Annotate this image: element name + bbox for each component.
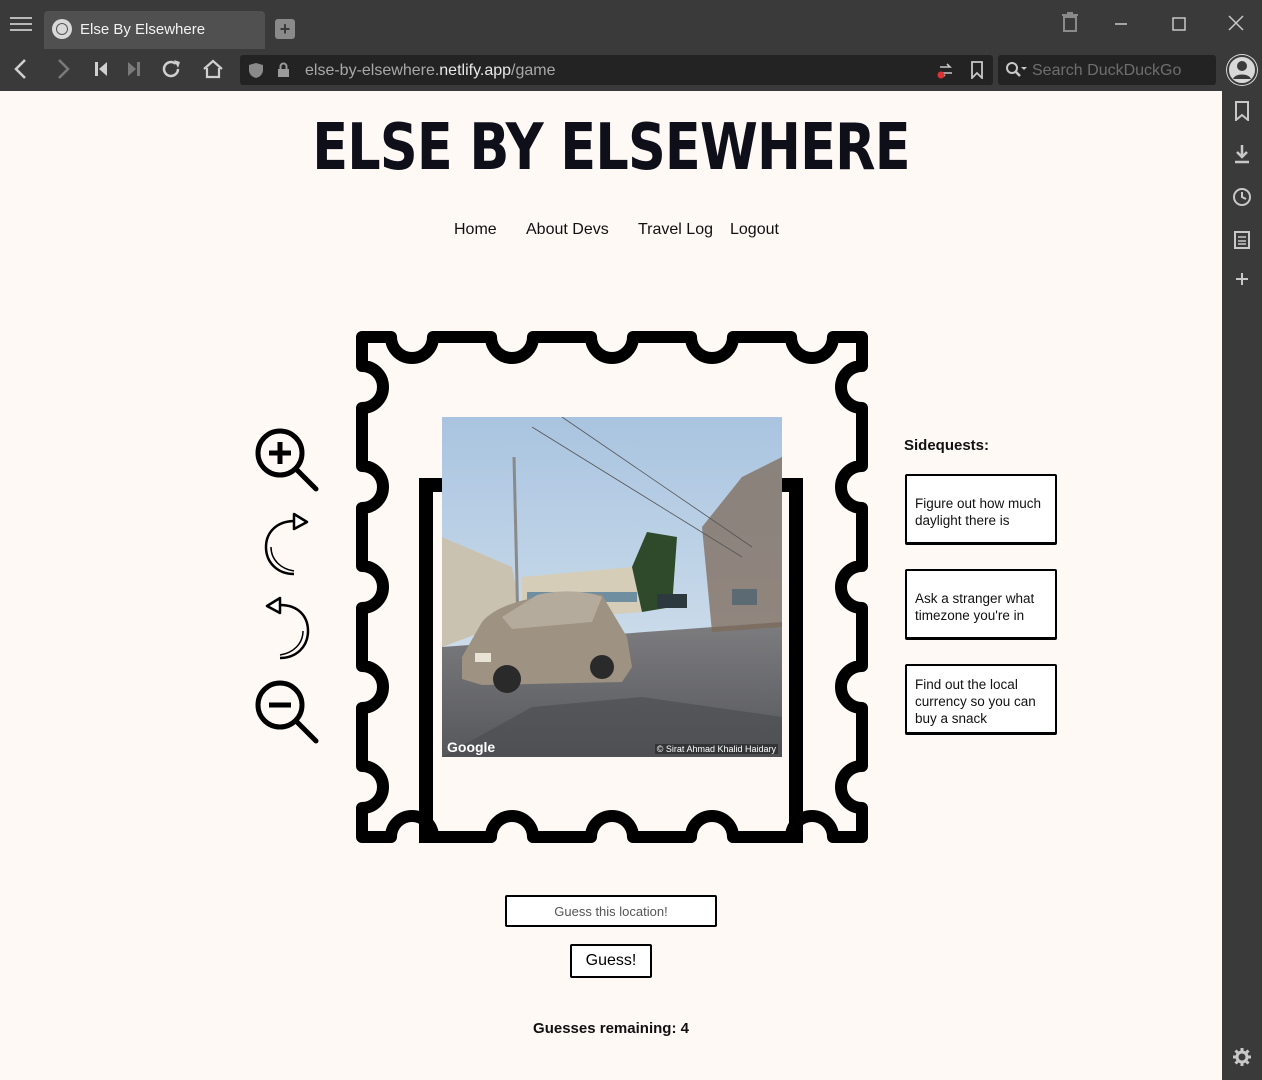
forward-icon[interactable] xyxy=(50,58,76,82)
side-panel xyxy=(1222,91,1262,1080)
nav-travel-log[interactable]: Travel Log xyxy=(638,221,713,239)
page-content: ELSE BY ELSEWHERE Home About Devs Travel… xyxy=(0,91,1222,1080)
search-icon xyxy=(1005,61,1027,84)
profile-icon[interactable] xyxy=(1226,54,1258,86)
tab-title: Else By Elsewhere xyxy=(80,21,206,38)
sidequest-card[interactable]: Ask a stranger what timezone you're in xyxy=(905,569,1057,640)
bookmark-icon[interactable] xyxy=(970,61,984,84)
nav-about-devs[interactable]: About Devs xyxy=(526,221,609,239)
home-icon[interactable] xyxy=(200,58,226,82)
block-icon[interactable] xyxy=(937,61,955,84)
address-bar[interactable]: else-by-elsewhere.netlify.app/game xyxy=(240,55,993,85)
guess-button[interactable]: Guess! xyxy=(570,944,652,978)
settings-gear-icon[interactable] xyxy=(1232,1048,1252,1068)
url-text[interactable]: else-by-elsewhere.netlify.app/game xyxy=(305,62,556,80)
maximize-icon[interactable] xyxy=(1164,12,1194,38)
rotate-right-icon[interactable] xyxy=(254,511,320,577)
sidequest-card[interactable]: Find out the local currency so you can b… xyxy=(905,664,1057,735)
search-placeholder: Search DuckDuckGo xyxy=(1032,62,1182,79)
rotate-left-icon[interactable] xyxy=(254,595,320,661)
sidequest-card[interactable]: Figure out how much daylight there is xyxy=(905,474,1057,545)
shield-icon[interactable] xyxy=(248,62,264,84)
browser-toolbar: else-by-elsewhere.netlify.app/game Searc… xyxy=(0,49,1262,92)
rewind-icon[interactable] xyxy=(88,58,114,82)
guess-location-input[interactable] xyxy=(505,895,717,927)
bookmarks-panel-icon[interactable] xyxy=(1232,101,1252,123)
close-icon[interactable] xyxy=(1221,12,1251,38)
compass-icon xyxy=(52,19,72,39)
photo-credit[interactable]: © Sirat Ahmad Khalid Haidary xyxy=(654,744,778,754)
history-icon[interactable] xyxy=(1232,187,1252,207)
menu-icon[interactable] xyxy=(8,13,34,35)
trash-icon[interactable] xyxy=(1055,12,1085,38)
google-logo: Google xyxy=(447,739,496,755)
sidequests-heading: Sidequests: xyxy=(904,437,990,454)
nav-home[interactable]: Home xyxy=(454,221,497,239)
zoom-in-icon[interactable] xyxy=(254,427,320,493)
add-panel-icon[interactable] xyxy=(1232,270,1252,290)
search-bar[interactable]: Search DuckDuckGo xyxy=(998,55,1216,85)
browser-tab[interactable]: Else By Elsewhere xyxy=(44,11,265,49)
zoom-out-icon[interactable] xyxy=(254,679,320,745)
site-title: ELSE BY ELSEWHERE xyxy=(312,111,910,185)
notes-icon[interactable] xyxy=(1232,230,1252,250)
minimize-icon[interactable] xyxy=(1106,12,1136,38)
downloads-icon[interactable] xyxy=(1232,144,1252,164)
tab-bar: Else By Elsewhere + xyxy=(0,0,1262,49)
guesses-remaining: Guesses remaining: 4 xyxy=(533,1020,689,1037)
lock-icon[interactable] xyxy=(277,62,290,83)
fast-forward-icon[interactable] xyxy=(121,58,147,82)
nav-logout[interactable]: Logout xyxy=(730,221,779,239)
street-view-photo[interactable]: Google © Sirat Ahmad Khalid Haidary xyxy=(442,417,782,757)
reload-icon[interactable] xyxy=(158,58,184,82)
site-nav: Home About Devs Travel Log Logout xyxy=(0,221,1222,245)
back-icon[interactable] xyxy=(8,58,34,82)
new-tab-button[interactable]: + xyxy=(275,19,295,39)
